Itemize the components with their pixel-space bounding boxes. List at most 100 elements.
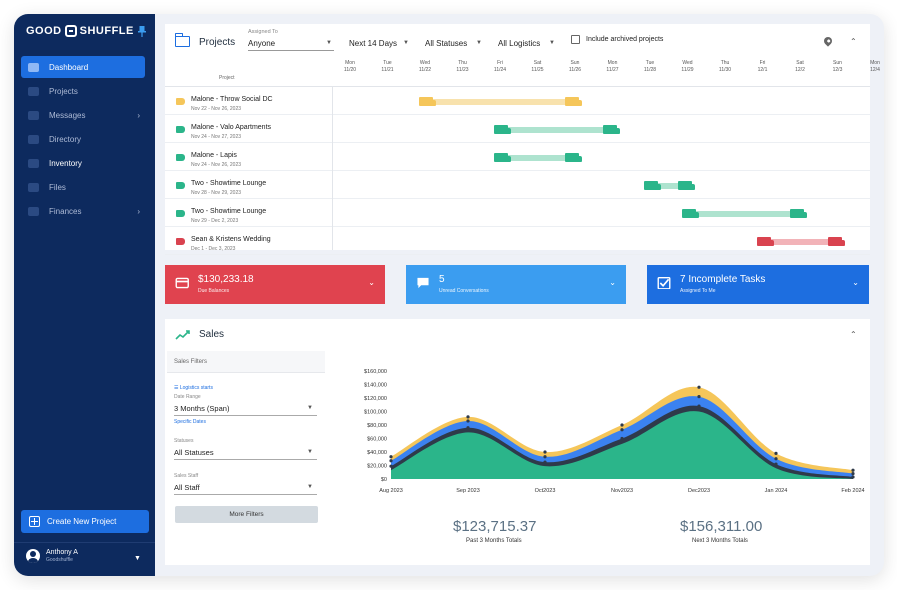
timeline-bar[interactable] [500,155,575,161]
sales-staff-select[interactable]: All Staff [174,483,200,492]
project-name[interactable]: Two - Showtime Lounge [191,180,266,187]
truck-icon[interactable] [790,209,807,218]
sidebar-item-label: Dashboard [49,62,89,72]
sales-status-select[interactable]: All Statuses [174,448,214,457]
truck-icon[interactable] [644,181,661,190]
sidebar-item-messages[interactable]: Messages › [21,104,145,126]
data-point[interactable] [389,459,393,463]
range-select[interactable]: Next 14 Days [349,39,397,48]
project-row[interactable]: Malone - Lapis Nov 24 - Nov 26, 2023 [165,143,870,171]
location-pin-icon[interactable] [822,35,834,47]
sidebar-item-inventory[interactable]: Inventory [21,152,145,174]
project-name[interactable]: Malone - Lapis [191,152,237,159]
truck-icon[interactable] [494,125,511,134]
logistics-starts-link[interactable]: ☰ Logistics starts [174,385,213,391]
project-name[interactable]: Sean & Kristens Wedding [191,236,271,243]
sales-collapse-chevron-icon[interactable]: ⌃ [850,330,857,339]
truck-icon[interactable] [494,153,511,162]
sales-status-caret-icon[interactable]: ▼ [307,449,313,455]
create-new-project-button[interactable]: Create New Project [21,510,149,533]
sidebar-item-finances[interactable]: Finances › [21,200,145,222]
project-row[interactable]: Malone - Valo Apartments Nov 24 - Nov 27,… [165,115,870,143]
truck-icon[interactable] [419,97,436,106]
credit-card-icon [175,277,189,289]
stat-card[interactable]: $130,233.18 Due Balances ⌄ [165,265,385,304]
brand-text-left: GOOD [26,25,62,37]
data-point[interactable] [697,395,701,399]
sidebar-item-label: Directory [49,134,82,144]
status-select[interactable]: All Statuses [425,39,467,48]
data-point[interactable] [774,451,778,455]
project-row[interactable]: Malone - Throw Social DC Nov 22 - Nov 26,… [165,87,870,115]
timeline-bar[interactable] [762,239,838,245]
data-point[interactable] [543,455,547,459]
data-point[interactable] [697,385,701,389]
data-point[interactable] [543,460,547,464]
timeline-bar[interactable] [687,211,800,217]
truck-icon[interactable] [565,97,582,106]
statuses-underline [174,459,317,460]
truck-icon[interactable] [681,209,699,218]
data-point[interactable] [697,404,701,408]
data-point[interactable] [389,455,393,459]
chevron-down-icon[interactable]: ⌄ [609,278,616,287]
date-range-caret-icon[interactable]: ▼ [307,405,313,411]
truck-icon[interactable] [756,237,774,246]
data-point[interactable] [851,468,855,472]
stat-card[interactable]: 5 Unread Conversations ⌄ [406,265,626,304]
logistics-caret-icon[interactable]: ▼ [549,40,555,46]
sidebar-item-directory[interactable]: Directory [21,128,145,150]
data-point[interactable] [774,462,778,466]
project-row[interactable]: Two - Showtime Lounge Nov 29 - Dec 2, 202… [165,199,870,227]
messages-icon [28,110,39,120]
stat-card[interactable]: 7 Incomplete Tasks Assigned To Me ⌄ [647,265,869,304]
range-caret-icon[interactable]: ▼ [403,40,409,46]
data-point[interactable] [466,419,470,423]
specific-dates-link[interactable]: Specific Dates [174,419,206,425]
user-menu[interactable]: Anthony A Goodshuffle [26,549,78,563]
data-point[interactable] [774,457,778,461]
card-title: 7 Incomplete Tasks [680,274,766,285]
truck-icon[interactable] [565,153,582,162]
status-caret-icon[interactable]: ▼ [476,40,482,46]
project-name[interactable]: Malone - Throw Social DC [191,96,273,103]
timeline-bar[interactable] [500,127,613,133]
data-point[interactable] [851,472,855,476]
assigned-to-select[interactable]: Anyone [248,39,275,48]
projects-title: Projects [199,37,236,48]
more-filters-button[interactable]: More Filters [175,506,318,523]
project-row[interactable]: Two - Showtime Lounge Nov 28 - Nov 29, 20… [165,171,870,199]
sidebar-item-dashboard[interactable]: Dashboard [21,56,145,78]
data-point[interactable] [851,475,855,479]
tag-icon [176,154,185,161]
truck-icon[interactable] [677,181,695,190]
data-point[interactable] [620,428,624,432]
chevron-right-icon: › [137,207,140,216]
truck-icon[interactable] [602,125,620,134]
data-point[interactable] [620,436,624,441]
inventory-icon [28,158,39,168]
sidebar-item-projects[interactable]: Projects [21,80,145,102]
data-point[interactable] [466,415,470,419]
collapse-chevron-icon[interactable]: ⌃ [850,37,857,46]
data-point[interactable] [466,426,470,430]
project-name[interactable]: Two - Showtime Lounge [191,208,266,215]
sales-staff-caret-icon[interactable]: ▼ [307,484,313,490]
include-archived-checkbox[interactable] [571,35,580,44]
sidebar-item-files[interactable]: Files [21,176,145,198]
project-row[interactable]: Sean & Kristens Wedding Dec 1 - Dec 3, 20… [165,227,870,255]
brand-text-right: SHUFFLE [79,25,134,37]
data-point[interactable] [389,464,393,468]
user-caret-icon[interactable]: ▼ [134,555,141,562]
chevron-down-icon[interactable]: ⌄ [368,278,375,287]
pin-icon[interactable] [138,26,146,37]
chevron-down-icon[interactable]: ⌄ [852,278,859,287]
data-point[interactable] [543,450,547,454]
assigned-caret-icon[interactable]: ▼ [326,40,332,46]
data-point[interactable] [620,423,624,427]
project-name[interactable]: Malone - Valo Apartments [191,124,271,131]
timeline-bar[interactable] [425,99,575,105]
date-range-select[interactable]: 3 Months (Span) [174,404,229,413]
logistics-select[interactable]: All Logistics [498,39,540,48]
truck-icon[interactable] [827,237,845,246]
